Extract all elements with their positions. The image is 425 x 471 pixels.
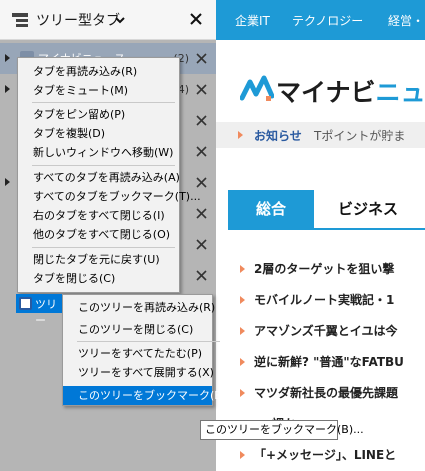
bullet-icon [240, 327, 245, 335]
menu-separator [77, 341, 220, 342]
menu-item-bookmark-tree[interactable]: このツリーをブックマーク(B)... [63, 386, 237, 405]
tab-business[interactable]: ビジネス [338, 190, 398, 228]
web-page: 企業IT テクノロジー 経営・ マイナビニュ お知らせ Tポイントが貯ま 総合 … [216, 0, 425, 471]
tab-close-icon[interactable] [195, 145, 208, 158]
menu-item-expand-all[interactable]: ツリーをすべて展開する(X) [63, 363, 214, 382]
selected-tree-row[interactable]: ツリー [16, 294, 64, 327]
logo-area: マイナビニュ [216, 40, 425, 122]
menu-item-reload-tree[interactable]: このツリーを再読み込み(R) [63, 298, 215, 317]
menu-separator [32, 247, 175, 248]
menu-item-pin-tab[interactable]: タブをピン留め(P) [18, 105, 179, 124]
menu-item-reload-all-tabs[interactable]: すべてのタブを再読み込み(A) [18, 168, 180, 187]
news-item[interactable]: 2層のターゲットを狙い撃 [240, 260, 425, 282]
menu-item-reload-tab[interactable]: タブを再読み込み(R) [18, 62, 179, 81]
news-title[interactable]: モバイルノート実戦記・1 [254, 291, 394, 308]
nav-item-enterprise-it[interactable]: 企業IT [235, 12, 270, 29]
notice-bar: お知らせ Tポイントが貯ま [216, 122, 425, 148]
content-tabs: 総合 ビジネス [228, 190, 425, 230]
mynavi-logo-icon[interactable] [240, 74, 274, 104]
close-icon[interactable] [189, 12, 203, 26]
news-title[interactable]: マツダ新社長の最優先課題 [254, 384, 398, 401]
bullet-icon [240, 358, 245, 366]
twisty-icon[interactable] [5, 178, 10, 186]
news-title[interactable]: 2層のターゲットを狙い撃 [254, 260, 394, 277]
menu-item-undo-close-tab[interactable]: 閉じたタブを元に戻す(U) [18, 250, 179, 269]
menu-item-close-tabs-to-right[interactable]: 右のタブをすべて閉じる(I) [18, 206, 179, 225]
nav-item-technology[interactable]: テクノロジー [292, 12, 363, 29]
news-title[interactable]: 「+メッセージ」、LINEと [254, 446, 396, 463]
bullet-icon [240, 389, 245, 397]
news-item[interactable]: 「+メッセージ」、LINEと [240, 446, 425, 468]
logo-main: マイナビ [276, 78, 376, 107]
nav-item-management[interactable]: 経営・ [388, 12, 424, 29]
site-logo-text[interactable]: マイナビニュ [276, 73, 425, 109]
chevron-down-icon[interactable] [114, 14, 126, 26]
menu-item-close-tree[interactable]: このツリーを閉じる(C) [63, 320, 212, 339]
notice-text[interactable]: Tポイントが貯ま [314, 127, 405, 144]
menu-item-mute-tab[interactable]: タブをミュート(M) [18, 81, 179, 100]
news-item[interactable]: モバイルノート実戦記・1 [240, 291, 425, 313]
tab-close-icon[interactable] [195, 52, 208, 65]
menu-item-bookmark-all-tabs[interactable]: すべてのタブをブックマーク(T)... [18, 187, 201, 206]
tab-close-icon[interactable] [195, 114, 208, 127]
menu-item-collapse-all[interactable]: ツリーをすべてたたむ(P) [63, 344, 212, 363]
bullet-icon [240, 265, 245, 273]
favicon-icon [19, 297, 32, 310]
tooltip: このツリーをブックマーク(B)... [200, 420, 364, 440]
news-title[interactable]: 逆に新鮮? "普通"なFATBU [254, 353, 404, 370]
tree-tabs-icon [12, 13, 28, 27]
tab-close-icon[interactable] [195, 207, 208, 220]
menu-item-close-tab[interactable]: タブを閉じる(C) [18, 269, 179, 288]
tree-submenu: このツリーを再読み込み(R) このツリーを閉じる(C) ツリーをすべてたたむ(P… [62, 294, 237, 406]
twisty-icon[interactable] [5, 54, 10, 62]
menu-separator [32, 102, 175, 103]
twisty-icon[interactable] [5, 85, 10, 93]
news-item[interactable]: アマゾンズ千翼とイユは今 [240, 322, 425, 344]
news-title[interactable]: アマゾンズ千翼とイユは今 [254, 322, 398, 339]
menu-item-duplicate-tab[interactable]: タブを複製(D) [18, 124, 179, 143]
logo-suffix: ニュ [375, 78, 425, 107]
sidebar-title[interactable]: ツリー型タブ [36, 10, 120, 30]
tab-close-icon[interactable] [195, 176, 208, 189]
menu-item-move-to-new-window[interactable]: 新しいウィンドウへ移動(W) [18, 143, 179, 162]
sidebar-header: ツリー型タブ [0, 0, 216, 40]
menu-separator [32, 165, 175, 166]
tree-label: ツリー [35, 298, 57, 327]
menu-item-close-other-tabs[interactable]: 他のタブをすべて閉じる(O) [18, 225, 179, 244]
tab-close-icon[interactable] [195, 83, 208, 96]
news-item[interactable]: 逆に新鮮? "普通"なFATBU [240, 353, 425, 375]
tab-general[interactable]: 総合 [228, 190, 314, 228]
bullet-icon [238, 131, 243, 139]
tab-context-menu: タブを再読み込み(R) タブをミュート(M) タブをピン留め(P) タブを複製(… [17, 57, 201, 293]
tab-close-icon[interactable] [195, 238, 208, 251]
bullet-icon [240, 451, 245, 459]
tab-close-icon[interactable] [195, 269, 208, 282]
notice-label[interactable]: お知らせ [254, 127, 302, 144]
news-item[interactable]: マツダ新社長の最優先課題 [240, 384, 425, 406]
bullet-icon [240, 296, 245, 304]
top-nav: 企業IT テクノロジー 経営・ [216, 0, 425, 40]
